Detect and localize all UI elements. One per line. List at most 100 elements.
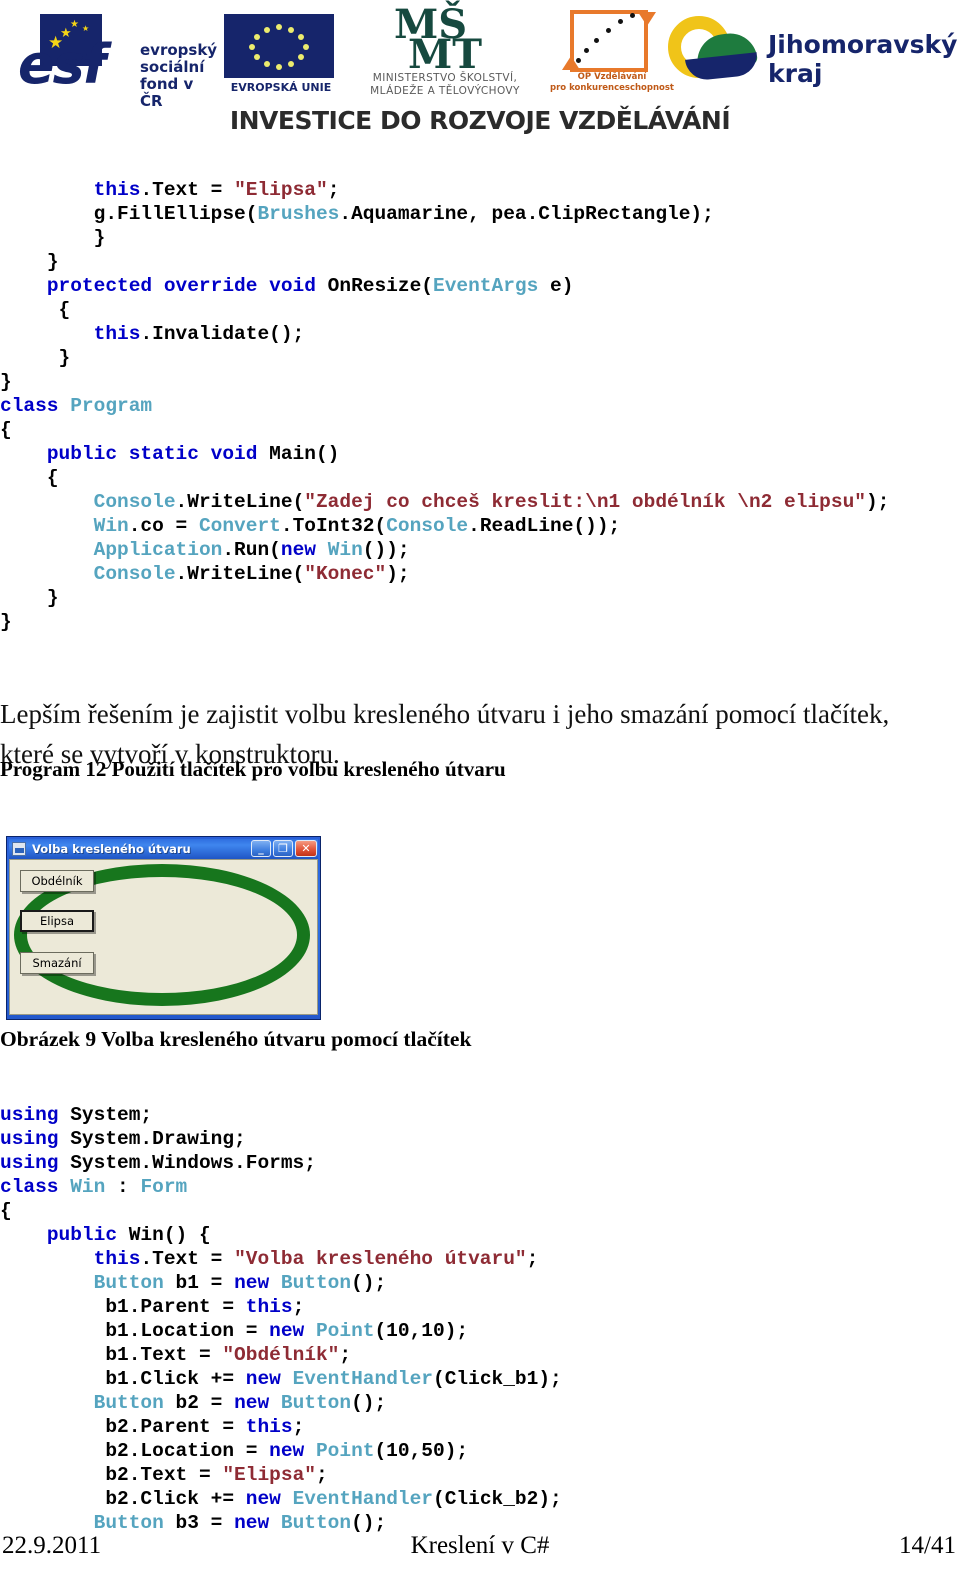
close-button[interactable]: ✕ [295,840,317,857]
code-token: .ToInt32( [280,514,387,537]
code-token: Form [140,1175,188,1198]
esf-logo: ★ ★ ★ ★ esf evropský sociální fond v ČR [18,12,218,110]
code-token: Win [327,538,363,561]
code-token: Application [93,538,223,561]
msmt-logo: MŠ MT MINISTERSTVO ŠKOLSTVÍ, MLÁDEŽE A T… [350,5,540,102]
code-token: b1.Click += [0,1367,246,1390]
maximize-button[interactable]: ❐ [273,840,293,857]
code-token: ; [315,1463,328,1486]
winform-screenshot: Volba kresleného útvaru _ ❐ ✕ Obdélník E… [6,836,321,1020]
code-token: "Obdélník" [222,1343,340,1366]
code-token: this [93,322,141,345]
code-token: .Invalidate(); [140,322,305,345]
code-token: new [245,1487,293,1510]
european-union-logo: EVROPSKÁ UNIE [222,14,342,100]
code-token: OnResize( [327,274,433,297]
code-token: .ReadLine()); [468,514,621,537]
minimize-button[interactable]: _ [251,840,271,857]
code-token: "Konec" [304,562,387,585]
code-token: b3 = [163,1511,235,1534]
code-token: new [269,1439,316,1462]
code-token: ; [526,1247,539,1270]
code-token: } [0,370,12,393]
code-token: .co = [128,514,199,537]
code-token: { [0,466,59,489]
esf-tagline-line2: sociální [140,58,205,76]
form-button-elipsa[interactable]: Elipsa [20,910,94,932]
msmt-label: MINISTERSTVO ŠKOLSTVÍ, MLÁDEŽE A TĚLOVÝC… [350,72,540,98]
code-token: Win [93,514,129,537]
code-token: Convert [198,514,281,537]
code-token: .WriteLine( [175,490,305,513]
op-vzdelavani-logo: OP Vzdělávání pro konkurenceschopnost [550,10,674,102]
code-token: using [0,1151,71,1174]
form-button-smazani[interactable]: Smazání [20,952,94,974]
code-token: (Click_b1); [433,1367,562,1390]
code-token: new [245,1367,293,1390]
code-token: b2.Click += [0,1487,246,1510]
code-token: Console [386,514,469,537]
header-logo-banner: ★ ★ ★ ★ esf evropský sociální fond v ČR [0,0,960,148]
code-token: Console [93,490,176,513]
code-token: .WriteLine( [175,562,305,585]
code-token: b1.Parent = [0,1295,246,1318]
msmt-mark-line2: MT [408,31,483,78]
maximize-icon: ❐ [278,842,288,855]
code-token: } [0,250,59,273]
code-token: Point [315,1319,375,1342]
code-token: this [245,1415,293,1438]
jihomoravsky-kraj-logo: Jihomoravský kraj [668,12,957,92]
page-footer: 22.9.2011 Kreslení v C# 14/41 [0,1532,960,1560]
code-token: EventHandler [292,1487,434,1510]
code-token: new [234,1271,281,1294]
msmt-label-line1: MINISTERSTVO ŠKOLSTVÍ, [372,72,518,84]
code-token: b2.Text = [0,1463,223,1486]
code-token: b2.Parent = [0,1415,246,1438]
code-token: } [0,226,106,249]
code-token: g.FillEllipse( [0,202,258,225]
code-block-top: this.Text = "Elipsa"; g.FillEllipse(Brus… [0,178,940,634]
code-token: .Run( [222,538,281,561]
figure-caption: Obrázek 9 Volba kresleného útvaru pomocí… [0,1027,472,1051]
code-token: Win() { [128,1223,211,1246]
code-token: using [0,1127,71,1150]
code-token: System.Windows.Forms; [70,1151,316,1174]
form-button-obdelnik[interactable]: Obdélník [20,870,94,892]
code-token: ; [292,1415,305,1438]
code-token: public static void [46,442,270,465]
code-token: (10,10); [374,1319,469,1342]
code-token: Win [70,1175,106,1198]
op-label-line2: pro konkurenceschopnost [550,83,674,93]
window-app-icon [12,842,26,856]
code-token: b2.Location = [0,1439,270,1462]
code-token: Console [93,562,176,585]
code-token: { [0,418,12,441]
msmt-mark-icon: MŠ MT [394,5,486,78]
code-token: (); [351,1511,387,1534]
eu-label: EVROPSKÁ UNIE [230,81,332,94]
code-token: class [0,394,71,417]
op-frame-icon [562,10,656,72]
winform-titlebar: Volba kresleného útvaru _ ❐ ✕ [9,839,318,859]
close-icon: ✕ [301,842,311,855]
code-token: e) [538,274,574,297]
code-token: ; [327,178,340,201]
esf-tagline: evropský sociální fond v ČR [140,42,218,110]
code-token: (); [351,1391,387,1414]
code-block-bottom: using System; using System.Drawing; usin… [0,1103,940,1535]
code-token: { [0,298,71,321]
window-controls: _ ❐ ✕ [251,840,317,857]
banner-slogan: INVESTICE DO ROZVOJE VZDĚLÁVÁNÍ [229,106,731,135]
code-token: public [46,1223,129,1246]
code-token: this [93,178,141,201]
code-token: b1.Text = [0,1343,223,1366]
